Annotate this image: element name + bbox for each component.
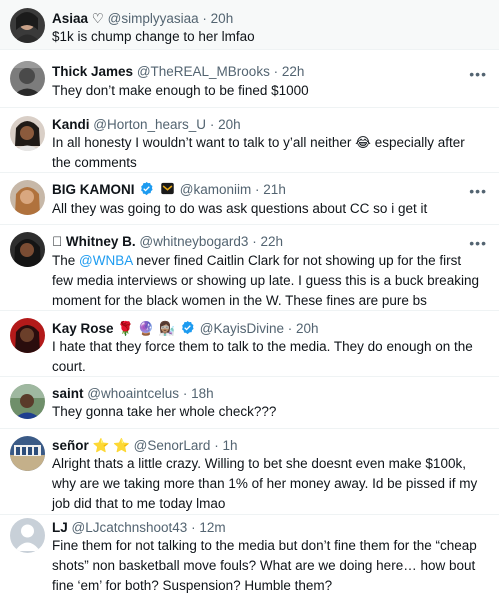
avatar[interactable] (10, 436, 45, 471)
username[interactable]: @LJcatchnshoot43 (72, 520, 188, 535)
display-name[interactable]: Asiaa ♡ (52, 11, 104, 26)
username[interactable]: @simplyyasiaa (108, 11, 199, 26)
timestamp[interactable]: 18h (191, 386, 214, 401)
display-name[interactable]: Thick James (52, 64, 133, 79)
tweet[interactable]: señor ⭐ ⭐ @SenorLard · 1h Alright thats … (0, 429, 499, 515)
more-options-icon[interactable]: ••• (469, 184, 487, 198)
avatar[interactable] (10, 61, 45, 96)
avatar[interactable] (10, 318, 45, 353)
tweet-text: $1k is chump change to her lmfao (52, 29, 255, 44)
avatar[interactable] (10, 116, 45, 151)
timestamp[interactable]: 20h (218, 117, 241, 132)
tweet[interactable]: LJ @LJcatchnshoot43 · 12m Fine them for … (0, 515, 499, 600)
separator-dot: · (255, 182, 260, 197)
gold-envelope-icon (161, 182, 174, 195)
more-options-icon[interactable]: ••• (469, 67, 487, 81)
timestamp[interactable]: 22h (282, 64, 305, 79)
tweet-text: All they was going to do was ask questio… (52, 201, 428, 216)
tweet-header: saint @whoaintcelus · 18h (52, 385, 469, 402)
display-name[interactable]: BIG KAMONI (52, 182, 135, 197)
separator-dot: · (182, 386, 188, 401)
tweet-text: They gonna take her whole check??? (52, 404, 277, 419)
separator-dot: · (287, 321, 293, 336)
tweet-text: Fine them for not talking to the media b… (52, 538, 477, 593)
tweet-header: Kay Rose 🌹 🔮 👩🏽‍🔬 @KayisDivine · 20h (52, 320, 469, 337)
avatar[interactable] (10, 384, 45, 419)
tweet-text: Alright thats a little crazy. Willing to… (52, 456, 478, 511)
name-emoji: 🌹 🔮 👩🏽‍🔬 (117, 321, 176, 336)
tweet-text: I hate that they force them to talk to t… (52, 339, 473, 374)
display-name[interactable]: LJ (52, 520, 68, 535)
tweet[interactable]:  Whitney B. @whitneybogard3 · 22h ••• T… (0, 225, 499, 311)
timestamp[interactable]: 21h (263, 182, 286, 197)
tweet-header: Thick James @TheREAL_MBrooks · 22h (52, 63, 469, 80)
reply-feed: Asiaa ♡ @simplyyasiaa · 20h $1k is chump… (0, 0, 499, 600)
tweet[interactable]: Kandi @Horton_hears_U · 20h In all hones… (0, 108, 499, 173)
tweet[interactable]: Asiaa ♡ @simplyyasiaa · 20h $1k is chump… (0, 0, 499, 50)
avatar[interactable] (10, 8, 45, 43)
tweet-header: BIG KAMONI @kamoniim · 21h (52, 181, 469, 198)
username[interactable]: @SenorLard (134, 438, 211, 453)
mention-link[interactable]: @WNBA (79, 253, 132, 268)
separator-dot: · (191, 520, 196, 535)
tweet-text: In all honesty I wouldn’t want to talk t… (52, 135, 465, 170)
tweet-header:  Whitney B. @whitneybogard3 · 22h (52, 233, 469, 250)
tweet[interactable]: Thick James @TheREAL_MBrooks · 22h ••• T… (0, 50, 499, 108)
display-name[interactable]:  Whitney B. (52, 234, 136, 249)
separator-dot: · (214, 438, 219, 453)
verified-badge-icon (141, 181, 153, 196)
username[interactable]: @kamoniim (180, 182, 251, 197)
username[interactable]: @Horton_hears_U (93, 117, 206, 132)
avatar[interactable] (10, 180, 45, 215)
timestamp[interactable]: 20h (211, 11, 234, 26)
tweet-header: Kandi @Horton_hears_U · 20h (52, 116, 469, 133)
timestamp[interactable]: 22h (260, 234, 283, 249)
avatar[interactable] (10, 232, 45, 267)
username[interactable]: @KayisDivine (200, 321, 284, 336)
verified-badge-icon (182, 320, 194, 335)
tweet-text: They don’t make enough to be fined $1000 (52, 83, 309, 98)
name-emoji: ⭐ ⭐ (92, 438, 130, 453)
tweet-header: Asiaa ♡ @simplyyasiaa · 20h (52, 10, 469, 27)
timestamp[interactable]: 20h (296, 321, 319, 336)
tweet-text-part: The (52, 253, 80, 268)
avatar[interactable] (10, 518, 45, 553)
timestamp[interactable]: 12m (199, 520, 225, 535)
username[interactable]: @whitneybogard3 (139, 234, 248, 249)
tweet[interactable]: BIG KAMONI @kamoniim · 21h ••• All they … (0, 173, 499, 225)
separator-dot: · (202, 11, 207, 26)
separator-dot: · (209, 117, 215, 132)
timestamp[interactable]: 1h (222, 438, 237, 453)
more-options-icon[interactable]: ••• (469, 236, 487, 250)
tweet[interactable]: Kay Rose 🌹 🔮 👩🏽‍🔬 @KayisDivine · 20h I h… (0, 311, 499, 377)
separator-dot: · (273, 64, 279, 79)
display-name[interactable]: saint (52, 386, 84, 401)
display-name[interactable]: señor (52, 438, 89, 453)
tweet-text: The @WNBA never fined Caitlin Clark for … (52, 251, 485, 311)
tweet-header: LJ @LJcatchnshoot43 · 12m (52, 519, 469, 536)
username[interactable]: @TheREAL_MBrooks (137, 64, 270, 79)
tweet-header: señor ⭐ ⭐ @SenorLard · 1h (52, 437, 469, 454)
tweet[interactable]: saint @whoaintcelus · 18h They gonna tak… (0, 377, 499, 429)
display-name[interactable]: Kay Rose (52, 321, 114, 336)
username[interactable]: @whoaintcelus (87, 386, 179, 401)
separator-dot: · (252, 234, 257, 249)
display-name[interactable]: Kandi (52, 117, 90, 132)
